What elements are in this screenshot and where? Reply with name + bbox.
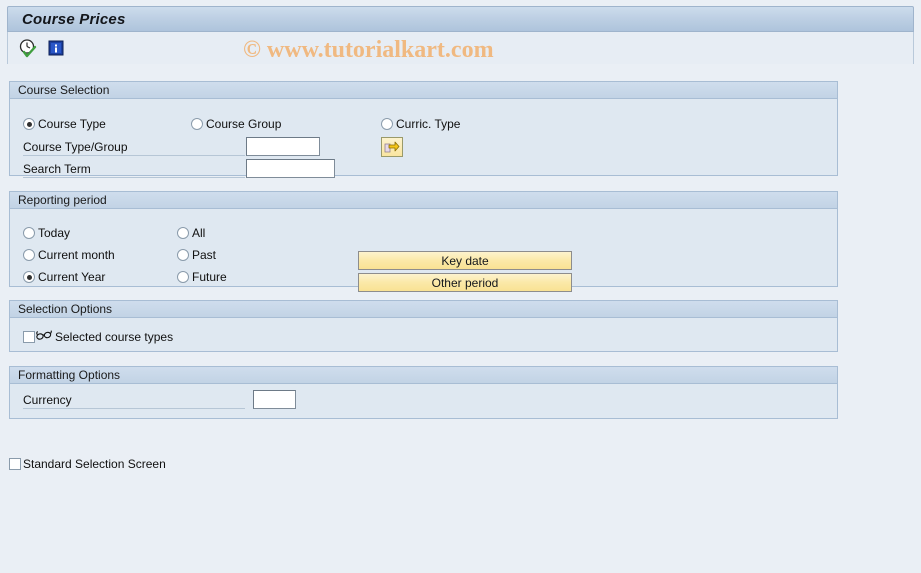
key-date-button[interactable]: Key date <box>358 251 572 270</box>
radio-course-type-label: Course Type <box>38 117 106 131</box>
panel-header-course-selection: Course Selection <box>10 82 837 99</box>
checkbox-standard-selection-screen[interactable]: Standard Selection Screen <box>9 457 166 471</box>
panel-header-formatting-options: Formatting Options <box>10 367 837 384</box>
checkbox-selected-course-types-label: Selected course types <box>55 329 174 344</box>
radio-current-year[interactable]: Current Year <box>23 270 105 284</box>
radio-course-type[interactable]: Course Type <box>23 117 106 131</box>
input-search-term[interactable] <box>246 159 335 178</box>
toolbar <box>7 32 914 64</box>
window-title-bar: Course Prices <box>7 6 914 32</box>
radio-all-label: All <box>192 226 206 240</box>
radio-current-month-input[interactable] <box>23 249 35 261</box>
radio-current-month-label: Current month <box>38 248 115 262</box>
checkbox-standard-selection-screen-input[interactable] <box>9 458 21 470</box>
multiple-selection-arrow-icon[interactable] <box>381 137 403 157</box>
radio-curric-type-input[interactable] <box>381 118 393 130</box>
panel-body-reporting-period: Today Current month Current Year All Pas… <box>10 209 837 292</box>
label-underline-course-type-group <box>23 155 245 156</box>
panel-reporting-period: Reporting period Today Current month Cur… <box>9 191 838 292</box>
radio-all[interactable]: All <box>177 226 205 240</box>
radio-today-label: Today <box>38 226 71 240</box>
input-course-type-group[interactable] <box>246 137 320 156</box>
radio-future[interactable]: Future <box>177 270 227 284</box>
radio-course-group-label: Course Group <box>206 117 282 131</box>
radio-current-year-input[interactable] <box>23 271 35 283</box>
checkbox-selected-course-types[interactable]: Selected course types <box>23 329 173 344</box>
info-icon[interactable] <box>46 38 66 58</box>
input-currency[interactable] <box>253 390 296 409</box>
glasses-icon <box>36 329 52 344</box>
label-currency: Currency <box>23 393 72 407</box>
label-course-type-group: Course Type/Group <box>23 140 128 154</box>
panel-body-course-selection: Course Type Course Group Curric. Type Co… <box>10 99 837 178</box>
panel-formatting-options: Formatting Options Currency <box>9 366 838 419</box>
checkbox-standard-selection-screen-label: Standard Selection Screen <box>23 457 166 471</box>
other-period-button[interactable]: Other period <box>358 273 572 292</box>
radio-curric-type-label: Curric. Type <box>396 117 461 131</box>
label-search-term: Search Term <box>23 162 91 176</box>
label-underline-currency <box>23 408 245 409</box>
panel-selection-options: Selection Options Selected course types <box>9 300 838 352</box>
panel-body-selection-options: Selected course types <box>10 318 837 351</box>
radio-course-type-input[interactable] <box>23 118 35 130</box>
radio-course-group[interactable]: Course Group <box>191 117 281 131</box>
radio-past-label: Past <box>192 248 217 262</box>
panel-body-formatting-options: Currency <box>10 384 837 418</box>
radio-curric-type[interactable]: Curric. Type <box>381 117 460 131</box>
checkbox-selected-course-types-input[interactable] <box>23 330 35 343</box>
radio-past-input[interactable] <box>177 249 189 261</box>
page-title: Course Prices <box>22 10 126 28</box>
radio-past[interactable]: Past <box>177 248 216 262</box>
radio-future-label: Future <box>192 270 227 284</box>
label-underline-search-term <box>23 177 245 178</box>
execute-icon[interactable] <box>18 38 38 58</box>
radio-future-input[interactable] <box>177 271 189 283</box>
radio-current-month[interactable]: Current month <box>23 248 115 262</box>
radio-today[interactable]: Today <box>23 226 70 240</box>
radio-all-input[interactable] <box>177 227 189 239</box>
panel-header-selection-options: Selection Options <box>10 301 837 318</box>
radio-today-input[interactable] <box>23 227 35 239</box>
radio-course-group-input[interactable] <box>191 118 203 130</box>
radio-current-year-label: Current Year <box>38 270 106 284</box>
panel-course-selection: Course Selection Course Type Course Grou… <box>9 81 838 178</box>
panel-header-reporting-period: Reporting period <box>10 192 837 209</box>
